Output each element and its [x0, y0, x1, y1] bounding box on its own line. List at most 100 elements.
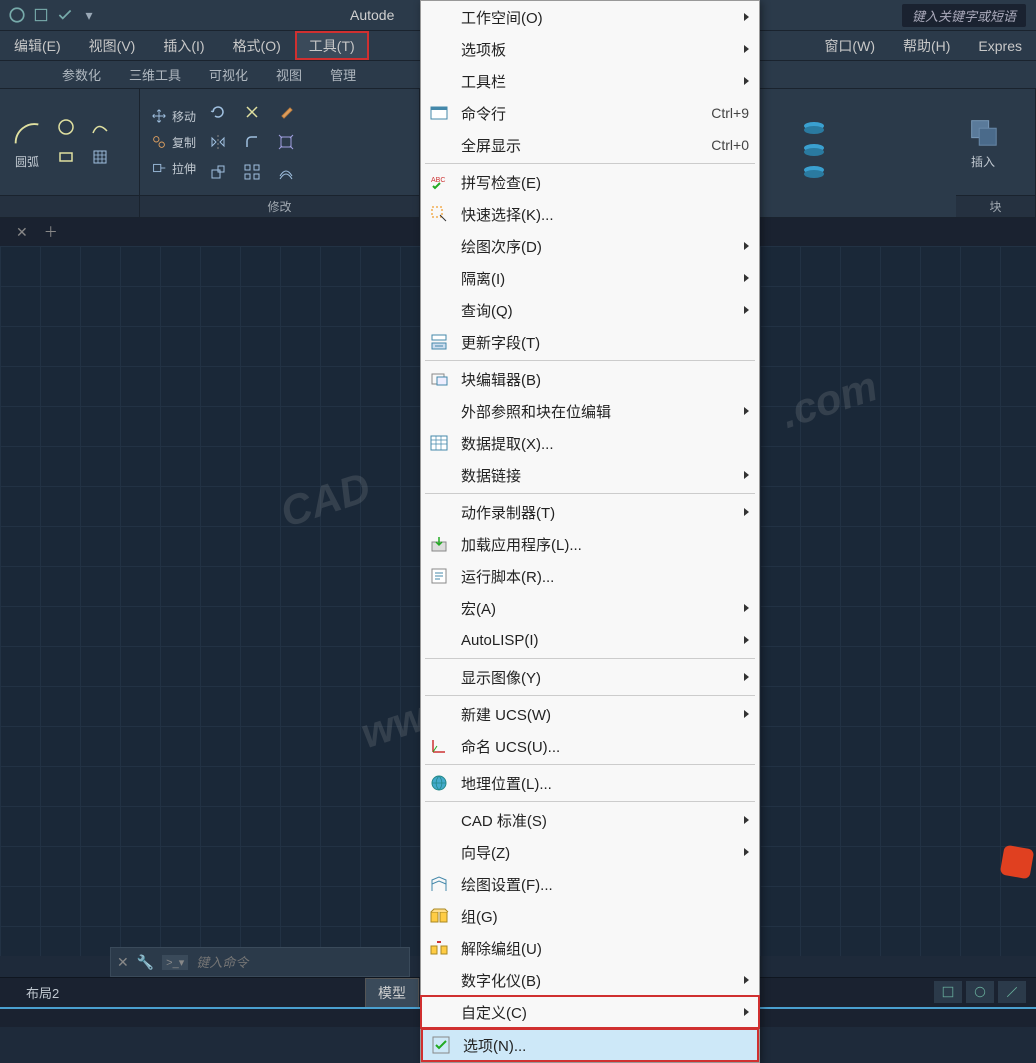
menu-window[interactable]: 窗口(W) [810, 31, 889, 60]
watermark: .com [775, 362, 883, 438]
layout-tab[interactable]: 布局2 [10, 979, 75, 1006]
submenu-arrow-icon [744, 848, 749, 856]
menu-item[interactable]: 显示图像(Y) [421, 661, 759, 693]
blank-icon [425, 234, 453, 258]
menu-item[interactable]: 地理位置(L)... [421, 767, 759, 799]
menu-separator [425, 695, 755, 696]
qat-dropdown-icon[interactable]: ▾ [80, 6, 98, 24]
rotate-icon[interactable] [206, 100, 230, 124]
move-button[interactable]: 移动 [150, 107, 196, 125]
fillet-icon[interactable] [240, 130, 264, 154]
layer-icon[interactable] [802, 142, 826, 160]
array-icon[interactable] [240, 160, 264, 184]
scale-icon[interactable] [206, 160, 230, 184]
menu-item[interactable]: 自定义(C) [421, 996, 759, 1028]
menu-item[interactable]: 绘图次序(D) [421, 230, 759, 262]
circle-icon[interactable] [54, 115, 78, 139]
new-tab-icon[interactable]: ＋ [36, 222, 66, 242]
menu-format[interactable]: 格式(O) [219, 31, 295, 60]
menu-item-label: 拼写检查(E) [461, 172, 749, 193]
ribbon-tab-3dtools[interactable]: 三维工具 [115, 61, 195, 88]
menu-item[interactable]: 工具栏 [421, 65, 759, 97]
layer-icon[interactable] [802, 120, 826, 138]
status-icon[interactable] [934, 981, 962, 1003]
copy-button[interactable]: 复制 [150, 133, 196, 151]
menu-item[interactable]: 更新字段(T) [421, 326, 759, 358]
menu-item[interactable]: 绘图设置(F)... [421, 868, 759, 900]
menu-item[interactable]: AutoLISP(I) [421, 624, 759, 656]
menu-item[interactable]: 隔离(I) [421, 262, 759, 294]
panel-label-modify: 修改 [140, 195, 419, 217]
menu-item[interactable]: 数据链接 [421, 459, 759, 491]
close-tab-icon[interactable]: ✕ [8, 224, 36, 241]
menu-insert[interactable]: 插入(I) [149, 31, 218, 60]
submenu-arrow-icon [744, 673, 749, 681]
status-icon[interactable] [998, 981, 1026, 1003]
menu-item[interactable]: 数据提取(X)... [421, 427, 759, 459]
qat-icon[interactable] [32, 6, 50, 24]
qsel-icon [425, 202, 453, 226]
cmdline-close-icon[interactable]: ✕ [117, 954, 129, 971]
menu-item[interactable]: 向导(Z) [421, 836, 759, 868]
hatch-icon[interactable] [88, 145, 112, 169]
qat-icon[interactable] [8, 6, 26, 24]
trim-icon[interactable] [240, 100, 264, 124]
insert-block-button[interactable]: 插入 [966, 115, 1000, 170]
menu-item[interactable]: 宏(A) [421, 592, 759, 624]
menu-tools[interactable]: 工具(T) [295, 31, 369, 60]
mirror-icon[interactable] [206, 130, 230, 154]
menu-item[interactable]: 组(G) [421, 900, 759, 932]
menu-item[interactable]: 数字化仪(B) [421, 964, 759, 996]
submenu-arrow-icon [744, 242, 749, 250]
cmdline-config-icon[interactable]: 🔧 [137, 954, 154, 971]
command-line[interactable]: ✕ 🔧 >_▾ [110, 947, 410, 977]
watermark: CAD [275, 463, 376, 537]
menu-edit[interactable]: 编辑(E) [0, 31, 75, 60]
menu-item[interactable]: 命令行Ctrl+9 [421, 97, 759, 129]
stretch-button[interactable]: 拉伸 [150, 159, 196, 177]
status-icon[interactable] [966, 981, 994, 1003]
menu-item[interactable]: 快速选择(K)... [421, 198, 759, 230]
arc-button[interactable]: 圆弧 [10, 115, 44, 170]
menu-item-label: 外部参照和块在位编辑 [461, 401, 736, 422]
rect-icon[interactable] [54, 145, 78, 169]
layer-icon[interactable] [802, 164, 826, 182]
qat-icon[interactable] [56, 6, 74, 24]
model-tab[interactable]: 模型 [365, 978, 419, 1008]
explode-icon[interactable] [274, 130, 298, 154]
menu-item[interactable]: 命名 UCS(U)... [421, 730, 759, 762]
arc-label: 圆弧 [15, 153, 39, 170]
menu-item[interactable]: 查询(Q) [421, 294, 759, 326]
menu-item[interactable]: 新建 UCS(W) [421, 698, 759, 730]
menu-item[interactable]: 外部参照和块在位编辑 [421, 395, 759, 427]
ribbon-tab-view[interactable]: 视图 [262, 61, 316, 88]
menu-item[interactable]: 选项板 [421, 33, 759, 65]
abc-icon: ABC [425, 170, 453, 194]
menu-item[interactable]: ABC 拼写检查(E) [421, 166, 759, 198]
menu-item[interactable]: 全屏显示Ctrl+0 [421, 129, 759, 161]
erase-icon[interactable] [274, 100, 298, 124]
menu-item[interactable]: 动作录制器(T) [421, 496, 759, 528]
menu-item[interactable]: CAD 标准(S) [421, 804, 759, 836]
draw-tools [54, 115, 112, 169]
menu-item[interactable]: 块编辑器(B) [421, 363, 759, 395]
menu-item-label: 快速选择(K)... [461, 204, 749, 225]
ribbon-tab-manage[interactable]: 管理 [316, 61, 370, 88]
spline-icon[interactable] [88, 115, 112, 139]
menu-item[interactable]: 工作空间(O) [421, 1, 759, 33]
menu-help[interactable]: 帮助(H) [889, 31, 964, 60]
menu-item[interactable]: 运行脚本(R)... [421, 560, 759, 592]
search-box[interactable]: 键入关键字或短语 [902, 4, 1026, 27]
menu-item[interactable]: 选项(N)... [421, 1028, 759, 1062]
menu-express[interactable]: Expres [964, 31, 1036, 60]
offset-icon[interactable] [274, 160, 298, 184]
ribbon-tab-visualize[interactable]: 可视化 [195, 61, 262, 88]
menu-item[interactable]: 解除编组(U) [421, 932, 759, 964]
menu-item-label: 地理位置(L)... [461, 773, 749, 794]
ribbon-tab-parametric[interactable]: 参数化 [48, 61, 115, 88]
menu-item[interactable]: 加载应用程序(L)... [421, 528, 759, 560]
menu-item-label: 选项板 [461, 39, 736, 60]
layer-stack [802, 120, 826, 182]
menu-view[interactable]: 视图(V) [75, 31, 150, 60]
command-input[interactable] [196, 955, 403, 970]
